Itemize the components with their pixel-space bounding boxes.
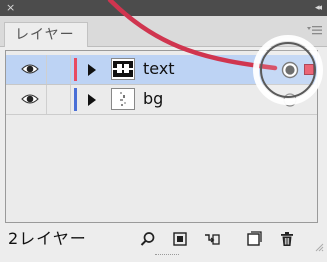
layer-row-text[interactable]: text xyxy=(6,55,317,85)
expand-triangle-icon[interactable] xyxy=(88,94,96,106)
visibility-eye-icon[interactable] xyxy=(21,62,39,76)
collapse-panel-button[interactable]: ◂◂ xyxy=(315,0,322,16)
layer-row-bg[interactable]: bg xyxy=(6,85,317,115)
layer-name[interactable]: bg xyxy=(143,89,163,109)
layer-count: 2レイヤー xyxy=(8,229,87,248)
target-selected-icon[interactable] xyxy=(280,60,300,80)
clipping-mask-icon[interactable] xyxy=(172,231,188,247)
close-panel-button[interactable]: × xyxy=(6,0,15,15)
new-layer-icon[interactable] xyxy=(246,231,262,247)
layers-panel: × ◂◂ レイヤー text bg 2レイヤー xyxy=(0,0,327,262)
trash-icon[interactable] xyxy=(279,231,295,247)
resize-corner-icon[interactable] xyxy=(315,243,324,252)
search-icon[interactable] xyxy=(140,231,156,247)
panel-menu-icon[interactable] xyxy=(306,24,322,38)
target-icon[interactable] xyxy=(282,92,298,108)
layer-name[interactable]: text xyxy=(143,59,175,79)
expand-triangle-icon[interactable] xyxy=(88,64,96,76)
selection-indicator[interactable] xyxy=(304,64,314,75)
layer-color-swatch xyxy=(74,88,77,111)
resize-grip[interactable] xyxy=(155,254,179,257)
layer-color-swatch xyxy=(74,58,77,81)
layer-thumbnail xyxy=(111,58,135,80)
layer-thumbnail xyxy=(111,88,135,110)
new-sublayer-icon[interactable] xyxy=(204,231,220,247)
visibility-eye-icon[interactable] xyxy=(21,92,39,106)
tab-layers-label: レイヤー xyxy=(15,27,75,43)
tab-layers[interactable]: レイヤー xyxy=(4,22,88,47)
panel-title-bar: × ◂◂ xyxy=(0,0,327,16)
